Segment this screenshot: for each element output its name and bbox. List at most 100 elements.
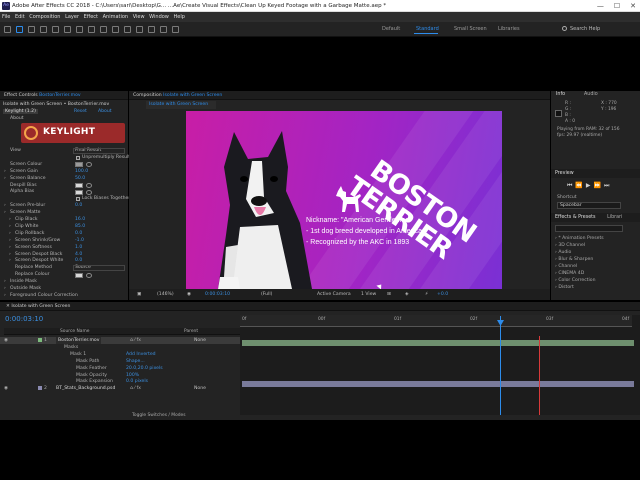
next-frame-icon[interactable]: ⏩	[594, 182, 604, 189]
grid-icon[interactable]: ⊞	[387, 289, 391, 300]
always-preview-icon[interactable]: ▣	[137, 289, 141, 300]
roto-brush-tool-icon[interactable]	[160, 26, 167, 33]
timeline-tracks[interactable]	[240, 315, 640, 415]
disclosure-triangle-icon[interactable]: ›	[9, 231, 11, 236]
menu-window[interactable]: Window	[149, 14, 169, 20]
layer-1-bar[interactable]	[242, 340, 634, 346]
time-ruler[interactable]: 0f 00f 01f 02f 03f 04f	[240, 315, 632, 327]
disclosure-triangle-icon[interactable]: ›	[9, 238, 11, 243]
color-swatch-screen-colour[interactable]	[75, 162, 83, 168]
disclosure-triangle-icon[interactable]: ›	[9, 258, 11, 263]
effects-category-item[interactable]: › Color Correction	[555, 277, 604, 284]
visibility-eye-icon[interactable]: ◉	[4, 385, 8, 392]
menu-file[interactable]: File	[2, 14, 10, 20]
label-color-swatch[interactable]	[38, 386, 42, 391]
brush-tool-icon[interactable]	[124, 26, 131, 33]
search-help-input[interactable]: Search Help	[570, 26, 600, 32]
tab-libraries[interactable]: Librari	[607, 215, 622, 220]
parent-dropdown[interactable]: None	[194, 385, 206, 392]
effects-search-input[interactable]	[555, 225, 623, 232]
selection-tool-icon[interactable]	[16, 26, 23, 33]
col-parent[interactable]: Parent	[184, 329, 198, 334]
disclosure-triangle-icon[interactable]: ›	[4, 203, 6, 208]
about-row[interactable]: About	[10, 116, 24, 121]
reset-link[interactable]: Reset	[74, 109, 87, 114]
effects-category-item[interactable]: › * Animation Presets	[555, 235, 604, 242]
menu-help[interactable]: Help	[173, 14, 184, 20]
prop-value-unpremultiply-result[interactable]: Unpremultiply Result	[82, 155, 130, 160]
checkbox-lock-biases-together[interactable]	[76, 197, 80, 202]
menu-animation[interactable]: Animation	[103, 14, 129, 20]
disclosure-triangle-icon[interactable]: ›	[9, 224, 11, 229]
eyedropper-icon[interactable]	[86, 272, 92, 278]
disclosure-triangle-icon[interactable]: ›	[4, 169, 6, 174]
disclosure-triangle-icon[interactable]: ›	[4, 279, 6, 284]
resolution-dropdown[interactable]: (Full)	[261, 289, 272, 300]
color-swatch-replace-colour[interactable]	[75, 272, 83, 278]
magnification-dropdown[interactable]: (146%)	[157, 289, 174, 300]
mask-tool-icon[interactable]	[88, 26, 95, 33]
layer-switches[interactable]: ⌂ ⁄ fx	[130, 385, 141, 392]
close-icon[interactable]: ✕	[630, 0, 636, 12]
menu-edit[interactable]: Edit	[15, 14, 25, 20]
preview-header[interactable]: Preview	[551, 169, 640, 178]
snapshot-icon[interactable]: ◉	[187, 289, 191, 300]
tab-audio[interactable]: Audio	[584, 92, 598, 97]
composition-viewer[interactable]: BOSTON TERRIER Nickname: "American Gentl…	[186, 111, 502, 289]
prop-value-screen-despot-black[interactable]: 4.0	[75, 252, 82, 257]
maximize-icon[interactable]: ☐	[614, 0, 620, 12]
layer-2-bar[interactable]	[242, 381, 634, 387]
disclosure-triangle-icon[interactable]: ›	[4, 286, 6, 291]
tab-info[interactable]: Info	[556, 92, 565, 97]
pan-behind-tool-icon[interactable]	[76, 26, 83, 33]
hand-tool-icon[interactable]	[28, 26, 35, 33]
tab-effects-presets[interactable]: Effects & Presets	[555, 215, 596, 220]
clone-stamp-tool-icon[interactable]	[136, 26, 143, 33]
workspace-libraries[interactable]: Libraries	[498, 26, 520, 32]
effect-controls-header[interactable]: Effect Controls BostonTerrier.mov	[0, 91, 128, 100]
rotate-tool-icon[interactable]	[52, 26, 59, 33]
dropdown-view[interactable]	[73, 148, 125, 154]
camera-dropdown[interactable]: Active Camera	[317, 289, 351, 300]
checkbox-unpremultiply-result[interactable]	[76, 155, 80, 160]
disclosure-triangle-icon[interactable]: ›	[4, 176, 6, 181]
eyedropper-icon[interactable]	[86, 183, 92, 188]
about-link[interactable]: About	[98, 109, 112, 114]
workspace-small-screen[interactable]: Small Screen	[454, 26, 487, 32]
last-frame-icon[interactable]: ⏭	[604, 182, 612, 189]
disclosure-triangle-icon[interactable]: ›	[9, 252, 11, 257]
tab-timeline[interactable]: Isolate with Green Screen	[11, 304, 70, 309]
effects-category-item[interactable]: › Channel	[555, 263, 604, 270]
disclosure-triangle-icon[interactable]: ›	[4, 293, 6, 298]
effects-category-item[interactable]: › Audio	[555, 249, 604, 256]
workspace-default[interactable]: Default	[382, 26, 400, 32]
prev-frame-icon[interactable]: ⏪	[575, 182, 585, 189]
menu-layer[interactable]: Layer	[65, 14, 79, 20]
play-icon[interactable]: ▶	[586, 182, 594, 189]
disclosure-triangle-icon[interactable]: ›	[4, 210, 6, 215]
type-tool-icon[interactable]	[112, 26, 119, 33]
disclosure-triangle-icon[interactable]: ›	[9, 217, 11, 222]
home-tool-icon[interactable]	[4, 26, 11, 33]
minimize-icon[interactable]: —	[597, 0, 604, 12]
col-source-name[interactable]: Source Name	[60, 329, 89, 334]
dropdown-replace-method[interactable]	[73, 265, 125, 272]
tab-composition[interactable]: Isolate with Green Screen	[146, 101, 216, 109]
effects-category-item[interactable]: › CINEMA 4D	[555, 270, 604, 277]
current-time-display[interactable]: 0:00:03:10	[205, 289, 230, 300]
views-dropdown[interactable]: 1 View	[361, 289, 376, 300]
eyedropper-icon[interactable]	[86, 189, 92, 195]
shortcut-dropdown[interactable]: Spacebar	[557, 202, 621, 209]
timeline-current-time[interactable]: 0:00:03:10	[5, 315, 43, 323]
prop-value-screen-shrink-grow[interactable]: -1.0	[75, 238, 84, 243]
color-swatch-despill-bias[interactable]	[75, 183, 83, 188]
prop-value-screen-gain[interactable]: 100.0	[75, 169, 88, 174]
menu-effect[interactable]: Effect	[84, 14, 98, 20]
camera-tool-icon[interactable]	[64, 26, 71, 33]
prop-value-lock-biases-together[interactable]: Lock Biases Together	[82, 196, 130, 201]
prop-value-screen-despot-white[interactable]: 0.0	[75, 258, 82, 263]
menu-view[interactable]: View	[133, 14, 145, 20]
prop-value-screen-pre-blur[interactable]: 0.0	[75, 203, 82, 208]
composition-header[interactable]: Composition Isolate with Green Screen	[129, 91, 550, 100]
effects-category-item[interactable]: › 3D Channel	[555, 242, 604, 249]
